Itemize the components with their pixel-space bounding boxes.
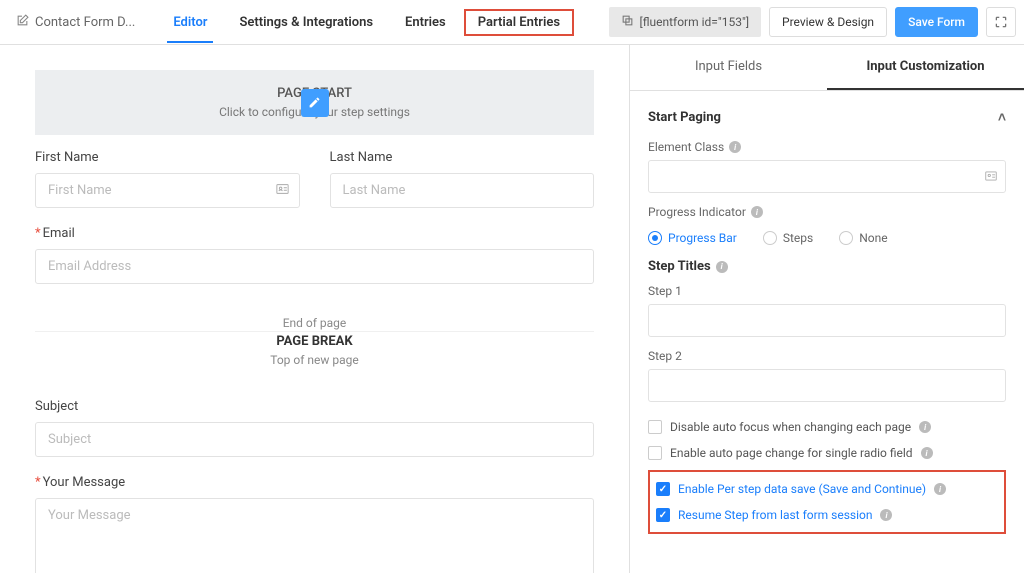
shortcode-box[interactable]: [fluentform id="153"] <box>609 7 761 37</box>
fullscreen-button[interactable] <box>986 7 1016 37</box>
page-break-bottom: Top of new page <box>35 351 594 369</box>
subject-field[interactable] <box>35 422 594 457</box>
tab-partial-entries[interactable]: Partial Entries <box>464 9 574 36</box>
last-name-label: Last Name <box>330 150 595 165</box>
info-icon: i <box>716 261 728 273</box>
radio-steps[interactable]: Steps <box>763 231 813 245</box>
form-name[interactable]: Contact Form D... <box>8 14 143 31</box>
highlighted-checks: Enable Per step data save (Save and Cont… <box>648 470 1006 534</box>
page-break-title: PAGE BREAK <box>35 332 594 351</box>
section-title: Start Paging <box>648 110 721 125</box>
subject-label: Subject <box>35 399 594 414</box>
pencil-icon <box>16 14 29 31</box>
info-icon: i <box>880 509 892 521</box>
top-right: [fluentform id="153"] Preview & Design S… <box>609 7 1016 37</box>
card-icon <box>275 181 290 200</box>
info-icon: i <box>751 206 763 218</box>
shortcode-text: [fluentform id="153"] <box>640 15 749 29</box>
card-icon <box>984 169 998 187</box>
tab-settings[interactable]: Settings & Integrations <box>223 3 389 42</box>
page-break-top: End of page <box>35 314 594 332</box>
email-field[interactable] <box>35 249 594 284</box>
tab-input-fields[interactable]: Input Fields <box>630 45 827 90</box>
sidebar: Input Fields Input Customization Start P… <box>629 45 1024 573</box>
element-class-input[interactable] <box>648 160 1006 193</box>
chevron-up-icon: ˄ <box>998 109 1006 126</box>
check-resume-step[interactable]: Resume Step from last form session i <box>656 502 998 528</box>
check-per-step-save[interactable]: Enable Per step data save (Save and Cont… <box>656 476 998 502</box>
page-break-block[interactable]: End of page PAGE BREAK Top of new page <box>35 302 594 381</box>
tab-entries[interactable]: Entries <box>389 3 462 42</box>
header-tabs: Editor Settings & Integrations Entries P… <box>157 3 576 42</box>
top-left: Contact Form D... Editor Settings & Inte… <box>8 3 576 42</box>
radio-none[interactable]: None <box>839 231 887 245</box>
first-name-field[interactable] <box>35 173 300 208</box>
step2-input[interactable] <box>648 369 1006 402</box>
tab-editor[interactable]: Editor <box>157 3 223 42</box>
form-canvas: PAGE START Click to configure your step … <box>0 45 629 573</box>
start-paging-header[interactable]: Start Paging ˄ <box>648 103 1006 140</box>
message-field[interactable] <box>35 498 594 573</box>
radio-progress-bar[interactable]: Progress Bar <box>648 231 737 245</box>
sidebar-tabs: Input Fields Input Customization <box>630 45 1024 91</box>
page-start-block[interactable]: PAGE START Click to configure your step … <box>35 70 594 135</box>
email-label: *Email <box>35 226 594 241</box>
form-name-text: Contact Form D... <box>35 15 135 30</box>
first-name-label: First Name <box>35 150 300 165</box>
copy-icon <box>621 14 634 30</box>
edit-icon[interactable] <box>301 89 329 117</box>
info-icon: i <box>934 483 946 495</box>
progress-options: Progress Bar Steps None <box>648 225 1006 259</box>
message-label: *Your Message <box>35 475 594 490</box>
name-row: First Name Last Name <box>35 150 594 208</box>
main: PAGE START Click to configure your step … <box>0 45 1024 573</box>
info-icon: i <box>729 141 741 153</box>
check-auto-page-change[interactable]: Enable auto page change for single radio… <box>648 440 1006 466</box>
element-class-label: Element Class i <box>648 140 1006 154</box>
last-name-field[interactable] <box>330 173 595 208</box>
top-bar: Contact Form D... Editor Settings & Inte… <box>0 0 1024 45</box>
step2-label: Step 2 <box>648 349 1006 363</box>
info-icon: i <box>919 421 931 433</box>
tab-input-customization[interactable]: Input Customization <box>827 45 1024 90</box>
step1-input[interactable] <box>648 304 1006 337</box>
step1-label: Step 1 <box>648 284 1006 298</box>
step-titles-label: Step Titles i <box>648 259 1006 274</box>
preview-button[interactable]: Preview & Design <box>769 7 887 37</box>
check-disable-autofocus[interactable]: Disable auto focus when changing each pa… <box>648 414 1006 440</box>
customization-panel: Start Paging ˄ Element Class i Progress … <box>630 91 1024 546</box>
info-icon: i <box>921 447 933 459</box>
progress-indicator-label: Progress Indicator i <box>648 205 1006 219</box>
save-form-button[interactable]: Save Form <box>895 7 978 37</box>
